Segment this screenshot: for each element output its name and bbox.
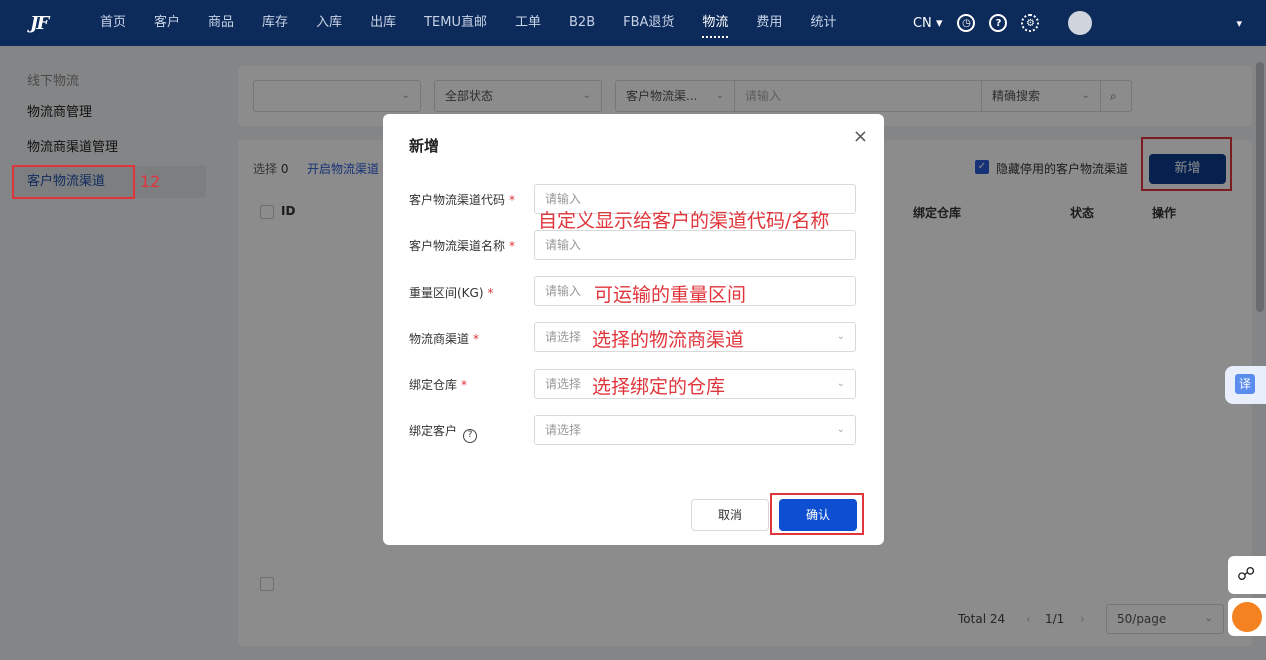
select-placeholder: 请选择 [545, 377, 582, 391]
network-icon: ☍ [1237, 564, 1256, 585]
nav-products[interactable]: 商品 [194, 0, 248, 46]
nav-home[interactable]: 首页 [86, 0, 140, 46]
nav-stats[interactable]: 统计 [796, 0, 850, 46]
cancel-button[interactable]: 取消 [691, 499, 769, 531]
translate-widget[interactable]: 译 [1225, 366, 1266, 404]
network-widget[interactable]: ☍ [1228, 556, 1266, 594]
user-name-blurred [1102, 17, 1222, 29]
annotation-channel-code-name: 自定义显示给客户的渠道代码/名称 [538, 210, 830, 232]
required-marker: * [509, 193, 516, 207]
nav-outbound[interactable]: 出库 [356, 0, 410, 46]
required-marker: * [487, 286, 494, 300]
shopping-widget[interactable] [1228, 598, 1266, 636]
label-weight-range: 重量区间(KG) * [409, 284, 494, 301]
annotation-carrier-channel: 选择的物流商渠道 [592, 329, 745, 351]
chevron-down-icon: ⌄ [836, 424, 845, 435]
annotation-highlight-sidebar [12, 165, 135, 199]
label-bind-customer: 绑定客户? [409, 422, 478, 443]
label-text: 客户物流渠道代码 [409, 193, 506, 207]
nav-workorder[interactable]: 工单 [501, 0, 555, 46]
user-avatar[interactable] [1068, 11, 1093, 35]
nav-right-tools: CN ▾ ◷ ? ⚙ ▾ [913, 0, 1242, 46]
annotation-bind-warehouse: 选择绑定的仓库 [592, 376, 726, 398]
nav-fba-return[interactable]: FBA退货 [609, 0, 688, 46]
shop-logo-icon [1232, 602, 1262, 632]
label-text: 绑定仓库 [409, 378, 458, 392]
label-carrier-channel: 物流商渠道 * [409, 330, 479, 347]
chevron-down-icon: ⌄ [836, 331, 845, 342]
top-navbar: JF 首页 客户 商品 库存 入库 出库 TEMU直邮 工单 B2B FBA退货… [0, 0, 1266, 46]
label-text: 客户物流渠道名称 [409, 239, 506, 253]
label-text: 重量区间(KG) [409, 286, 484, 300]
label-channel-name: 客户物流渠道名称 * [409, 237, 515, 254]
nav-customer[interactable]: 客户 [140, 0, 194, 46]
question-circle-icon[interactable]: ? [463, 429, 478, 443]
close-icon[interactable]: × [853, 126, 868, 147]
clock-icon[interactable]: ◷ [957, 14, 976, 32]
annotation-number: 12 [140, 172, 161, 191]
required-marker: * [509, 239, 516, 253]
chevron-down-icon: ▾ [935, 15, 943, 31]
dialog-title: 新增 [409, 137, 440, 155]
annotation-weight-range: 可运输的重量区间 [594, 284, 747, 306]
label-text: 绑定客户 [409, 424, 458, 438]
gear-icon[interactable]: ⚙ [1021, 14, 1040, 32]
nav-inventory[interactable]: 库存 [248, 0, 302, 46]
select-placeholder: 请选择 [545, 330, 582, 344]
bind-customer-select[interactable]: 请选择 ⌄ [534, 415, 856, 445]
add-channel-dialog: 新增 × 客户物流渠道代码 * 请输入 客户物流渠道名称 * 请输入 重量区间(KG… [383, 114, 884, 545]
required-marker: * [461, 378, 468, 392]
required-marker: * [473, 332, 480, 346]
nav-b2b[interactable]: B2B [555, 0, 609, 46]
translate-icon: 译 [1235, 374, 1255, 394]
help-icon[interactable]: ? [989, 14, 1008, 32]
chevron-down-icon: ⌄ [836, 378, 845, 389]
language-switcher[interactable]: CN ▾ [913, 16, 942, 31]
channel-name-input[interactable]: 请输入 [534, 230, 856, 260]
select-placeholder: 请选择 [545, 423, 582, 437]
label-bind-warehouse: 绑定仓库 * [409, 376, 467, 393]
label-channel-code: 客户物流渠道代码 * [409, 191, 515, 208]
main-menu: 首页 客户 商品 库存 入库 出库 TEMU直邮 工单 B2B FBA退货 物流… [86, 0, 850, 46]
annotation-highlight-confirm [770, 493, 864, 535]
nav-fees[interactable]: 费用 [742, 0, 796, 46]
user-menu-chevron-icon[interactable]: ▾ [1236, 17, 1242, 30]
label-text: 物流商渠道 [409, 332, 470, 346]
nav-logistics[interactable]: 物流 [688, 0, 742, 46]
app-logo[interactable]: JF [30, 13, 76, 34]
nav-temu[interactable]: TEMU直邮 [410, 0, 501, 46]
nav-inbound[interactable]: 入库 [302, 0, 356, 46]
language-label: CN [912, 15, 932, 31]
